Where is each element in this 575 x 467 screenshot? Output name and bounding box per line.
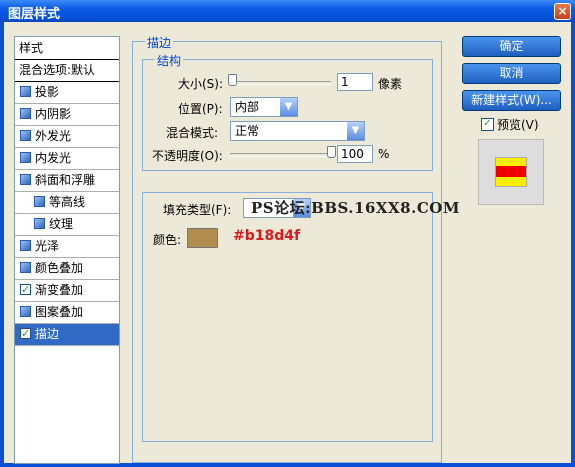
preview-stripe [496, 166, 526, 177]
structure-group: 结构 大小(S): 1 像素 位置(P): 内部 ▼ 混合模式: 正常 ▼ 不透… [142, 52, 433, 171]
checkbox-icon[interactable] [20, 174, 31, 185]
style-item-label: 投影 [35, 85, 60, 99]
blend-mode-select[interactable]: 正常 ▼ [230, 121, 365, 141]
style-item-label: 描边 [35, 327, 60, 341]
fill-type-label: 填充类型(F): [161, 201, 234, 218]
size-input[interactable]: 1 [337, 73, 373, 91]
style-item-label: 光泽 [35, 239, 60, 253]
style-preview [478, 139, 544, 205]
style-item[interactable]: 斜面和浮雕 [15, 170, 119, 192]
position-label: 位置(P): [178, 102, 223, 116]
checkbox-icon[interactable] [20, 108, 31, 119]
style-item[interactable]: 外发光 [15, 126, 119, 148]
blend-options-item[interactable]: 混合选项:默认 [15, 60, 119, 82]
style-item-label: 纹理 [49, 217, 74, 231]
style-item[interactable]: 图案叠加 [15, 302, 119, 324]
chevron-down-icon: ▼ [280, 98, 297, 116]
style-item-label: 外发光 [35, 129, 72, 143]
watermark-text: PS论坛:BBS.16XX8.COM [251, 199, 460, 217]
preview-swatch [495, 157, 527, 187]
style-item-label: 内发光 [35, 151, 72, 165]
checkbox-icon[interactable] [20, 240, 31, 251]
size-slider-track[interactable] [230, 81, 331, 85]
size-unit: 像素 [378, 77, 403, 91]
opacity-input[interactable]: 100 [337, 145, 373, 163]
close-button[interactable]: × [554, 3, 571, 20]
style-item[interactable]: 纹理 [15, 214, 119, 236]
checkbox-icon[interactable] [34, 218, 45, 229]
style-item[interactable]: 颜色叠加 [15, 258, 119, 280]
style-item-label: 渐变叠加 [35, 283, 84, 297]
style-item[interactable]: 内阴影 [15, 104, 119, 126]
style-item-label: 内阴影 [35, 107, 72, 121]
opacity-unit: % [378, 147, 390, 161]
position-value: 内部 [235, 100, 260, 114]
opacity-slider-track[interactable] [230, 153, 331, 157]
checkbox-icon[interactable] [20, 86, 31, 97]
dialog-body: 样式 混合选项:默认 投影内阴影外发光内发光斜面和浮雕等高线纹理光泽颜色叠加 ✓ 渐… [4, 22, 571, 464]
color-hex-text: #b18d4f [233, 228, 301, 244]
style-item[interactable]: ✓ 渐变叠加 [15, 280, 119, 302]
opacity-label: 不透明度(O): [152, 149, 223, 163]
position-select[interactable]: 内部 ▼ [230, 97, 298, 117]
style-item-label: 颜色叠加 [35, 261, 84, 275]
style-item[interactable]: 内发光 [15, 148, 119, 170]
checkbox-icon[interactable] [20, 262, 31, 273]
style-item[interactable]: 投影 [15, 82, 119, 104]
checkbox-icon[interactable] [20, 306, 31, 317]
style-item[interactable]: 光泽 [15, 236, 119, 258]
stroke-group: 描边 结构 大小(S): 1 像素 位置(P): 内部 ▼ 混合模式: 正常 ▼ [132, 34, 459, 463]
stroke-group-title: 描边 [145, 34, 174, 51]
style-item-label: 图案叠加 [35, 305, 84, 319]
style-item-label: 斜面和浮雕 [35, 173, 96, 187]
preview-checkbox[interactable]: ✓ [481, 118, 494, 131]
color-label: 颜色: [153, 233, 182, 247]
checkbox-checked-icon[interactable]: ✓ [20, 284, 31, 295]
window-title: 图层样式 [8, 7, 61, 22]
checkbox-icon[interactable] [34, 196, 45, 207]
size-slider-thumb[interactable] [228, 74, 237, 86]
checkbox-icon[interactable] [20, 152, 31, 163]
size-label: 大小(S): [178, 77, 224, 91]
new-style-button[interactable]: 新建样式(W)... [462, 90, 561, 111]
styles-list: 样式 混合选项:默认 投影内阴影外发光内发光斜面和浮雕等高线纹理光泽颜色叠加 ✓ 渐… [14, 36, 120, 464]
color-swatch[interactable] [187, 228, 218, 248]
checkbox-icon[interactable] [20, 130, 31, 141]
blend-mode-value: 正常 [235, 124, 260, 138]
layer-style-dialog: 图层样式 × 样式 混合选项:默认 投影内阴影外发光内发光斜面和浮雕等高线纹理光… [0, 0, 575, 467]
style-item[interactable]: ✓ 描边 [15, 324, 119, 346]
chevron-down-icon: ▼ [347, 122, 364, 140]
ok-button[interactable]: 确定 [462, 36, 561, 57]
blend-mode-label: 混合模式: [166, 126, 219, 140]
fill-group: 填充类型(F): ▼ PS论坛:BBS.16XX8.COM 颜色: #b18d4… [142, 192, 459, 442]
style-item[interactable]: 等高线 [15, 192, 119, 214]
preview-label[interactable]: 预览(V) [497, 116, 539, 133]
opacity-slider-thumb[interactable] [327, 146, 336, 158]
style-item-label: 等高线 [49, 195, 86, 209]
cancel-button[interactable]: 取消 [462, 63, 561, 84]
title-bar[interactable]: 图层样式 × [0, 0, 575, 22]
styles-header[interactable]: 样式 [15, 37, 119, 60]
structure-title: 结构 [155, 52, 184, 69]
checkbox-checked-icon[interactable]: ✓ [20, 328, 31, 339]
